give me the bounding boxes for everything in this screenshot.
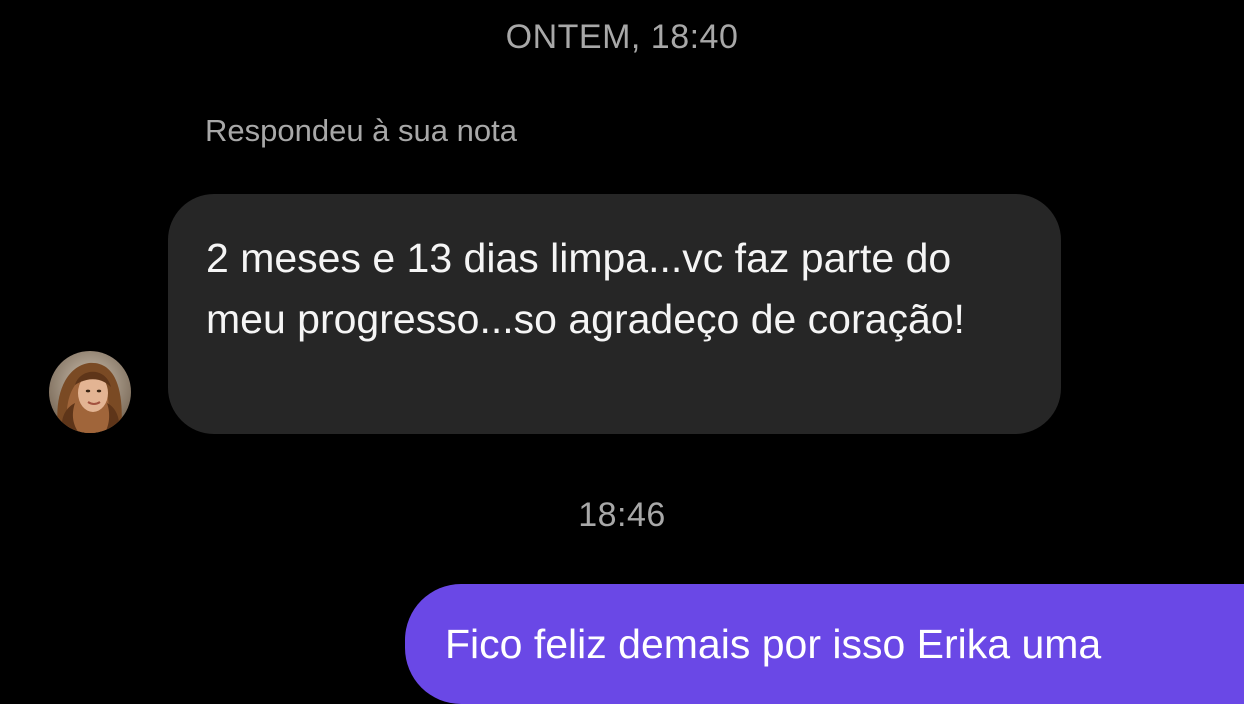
- time-separator: 18:46: [578, 496, 666, 534]
- sender-avatar[interactable]: [49, 351, 131, 433]
- reply-context-label: Respondeu à sua nota: [205, 113, 517, 148]
- outgoing-message-text: Fico feliz demais por isso Erika uma: [445, 621, 1102, 667]
- incoming-message-bubble[interactable]: 2 meses e 13 dias limpa...vc faz parte d…: [168, 194, 1061, 434]
- incoming-message-text: 2 meses e 13 dias limpa...vc faz parte d…: [206, 235, 965, 342]
- outgoing-message-bubble[interactable]: Fico feliz demais por isso Erika uma: [405, 584, 1244, 704]
- date-separator: ONTEM, 18:40: [505, 18, 739, 56]
- avatar-photo-icon: [49, 351, 131, 433]
